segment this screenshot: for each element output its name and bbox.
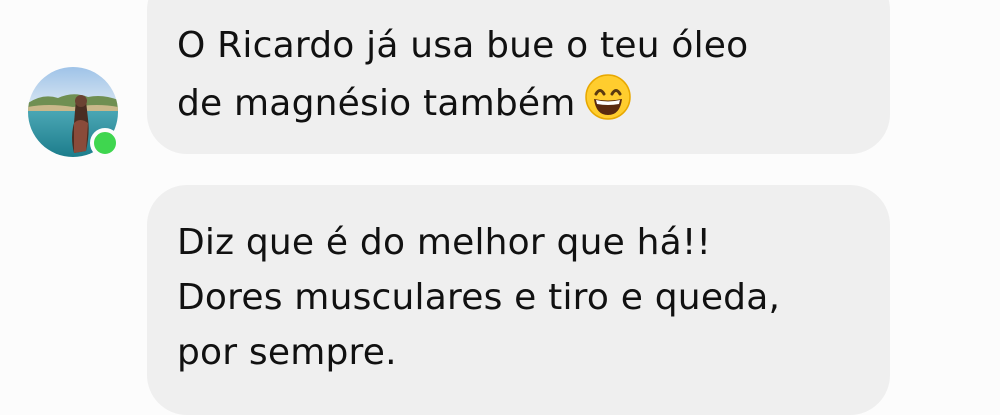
grinning-face-emoji-icon	[584, 73, 632, 121]
message-line: Dores musculares e tiro e queda,	[177, 277, 781, 318]
online-status-indicator	[90, 128, 120, 158]
message-line: Diz que é do melhor que há!!	[177, 222, 712, 263]
message-line: de magnésio também	[177, 83, 576, 124]
message-line-with-emoji: de magnésio também	[177, 73, 860, 131]
chat-thread: O Ricardo já usa bue o teu óleo de magné…	[0, 0, 1000, 415]
message-line: por sempre.	[177, 332, 397, 373]
message-bubble[interactable]: O Ricardo já usa bue o teu óleo de magné…	[147, 0, 890, 154]
message-line: O Ricardo já usa bue o teu óleo	[177, 25, 749, 66]
message-bubble[interactable]: Diz que é do melhor que há!! Dores muscu…	[147, 185, 890, 415]
